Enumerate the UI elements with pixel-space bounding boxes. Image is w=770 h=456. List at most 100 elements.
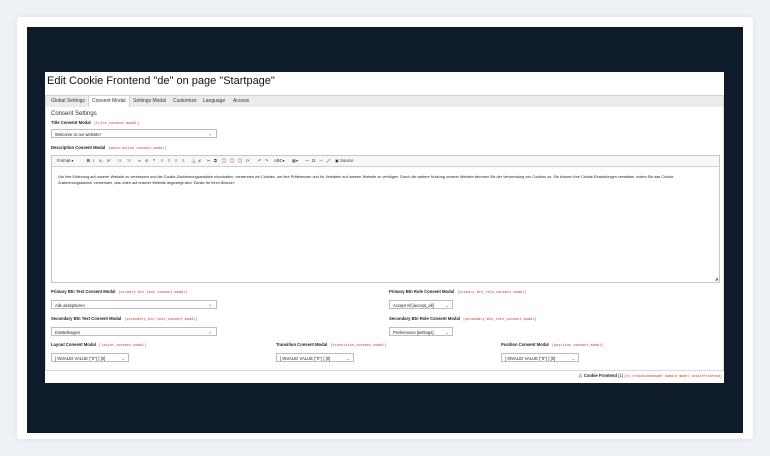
table-icon[interactable]: ▦▾ — [292, 156, 298, 166]
primary-role-value: Accept All [accept_all] — [393, 303, 434, 308]
title-label-code: [title_consent_modal] — [93, 121, 140, 125]
paste-text-icon[interactable]: 📋 — [229, 156, 234, 166]
horizontal-rule-icon[interactable]: ― — [305, 156, 309, 166]
tab-global-settings[interactable]: Global Settings — [48, 96, 88, 107]
transition-value: [ INVALID VALUE ("0") ] [0] — [280, 356, 331, 361]
bold-button[interactable]: B — [87, 156, 90, 166]
source-button[interactable]: ▣ Source — [335, 156, 353, 166]
subscript-button[interactable]: x₂ — [99, 156, 103, 166]
primary-role-label-text: Primary Btn Role Consent Modal — [389, 289, 455, 294]
format-dropdown[interactable]: Format ▾ — [57, 156, 74, 166]
primary-text-input[interactable]: Alle akzeptieren ✕ — [51, 300, 217, 309]
copy-icon[interactable]: ⧉ — [214, 156, 217, 166]
secondary-text-label-code: [secondary_btn_text_consent_modal] — [124, 317, 198, 321]
cookie-icon: ⁂ — [578, 373, 583, 378]
chevron-down-icon: ⌄ — [445, 303, 449, 308]
clear-icon[interactable]: ✕ — [208, 301, 212, 310]
remove-format-icon[interactable]: Ⅰ× — [246, 156, 250, 166]
rich-text-editor[interactable]: Format ▾ B I x₂ x² ⁝≡ ⁚≡ ∞ ⊘ ❝ ≡ ≡ ≡ ≡ ⚓… — [51, 155, 720, 283]
secondary-role-value: Preferences [settings] — [393, 330, 434, 335]
secondary-text-value: Einstellungen — [55, 330, 81, 335]
chevron-down-icon: ⌄ — [571, 356, 575, 361]
editor-content[interactable]: Um Ihre Erfahrung auf unserer Website zu… — [58, 175, 708, 186]
italic-label: I — [93, 158, 95, 163]
secondary-role-label-text: Secondary Btn Role Consent Modal — [389, 316, 460, 321]
cut-icon[interactable]: ✂ — [207, 156, 211, 166]
tab-content: Consent Settings Title Consent Modal [tit… — [45, 107, 724, 371]
align-right-icon[interactable]: ≡ — [175, 156, 177, 166]
clear-icon[interactable]: ✕ — [208, 130, 212, 139]
chevron-down-icon: ⌄ — [346, 356, 350, 361]
position-label: Position Consent Modal [position_consent_… — [501, 342, 604, 347]
source-label: Source — [340, 158, 354, 163]
spellcheck-icon[interactable]: ABC▾ — [274, 156, 285, 166]
secondary-role-select[interactable]: Preferences [settings] ⌄ — [389, 327, 453, 336]
primary-role-select[interactable]: Accept All [accept_all] ⌄ — [389, 300, 453, 309]
record-uid: [1] — [618, 373, 623, 378]
layout-label-code: [layout_consent_modal] — [98, 343, 147, 347]
unlink-icon[interactable]: ⊄ — [198, 156, 202, 166]
soft-hyphen-icon[interactable]: ⊣ — [319, 156, 323, 166]
format-label: Format — [57, 158, 71, 163]
title-label-text: Title Consent Modal — [51, 120, 91, 125]
align-justify-icon[interactable]: ≡ — [182, 156, 184, 166]
ordered-list-icon[interactable]: ⁝≡ — [118, 156, 122, 166]
special-char-icon[interactable]: Ω — [312, 156, 315, 166]
primary-text-label-text: Primary Btn Text Consent Modal — [51, 289, 116, 294]
unlink-icon[interactable]: ⊘ — [145, 156, 149, 166]
position-select[interactable]: [ INVALID VALUE ("0") ] [0] ⌄ — [501, 353, 579, 362]
link-icon[interactable]: ∞ — [138, 156, 141, 166]
secondary-text-label: Secondary Btn Text Consent Modal [seconda… — [51, 316, 198, 321]
layout-select[interactable]: [ INVALID VALUE ("0") ] [0] ⌄ — [51, 353, 129, 362]
section-title: Consent Settings — [51, 111, 97, 117]
transition-select[interactable]: [ INVALID VALUE ("0") ] [0] ⌄ — [276, 353, 354, 362]
title-input[interactable]: Welcome to our website! ✕ — [51, 129, 217, 138]
record-table-code: [tx_cfcookiemanager_domain_model_cookief… — [624, 374, 722, 378]
undo-icon[interactable]: ↶ — [258, 156, 262, 166]
layout-label-text: Layout Consent Modal — [51, 342, 96, 347]
secondary-text-input[interactable]: Einstellungen ✕ — [51, 327, 217, 336]
edit-panel: Edit Cookie Frontend "de" on page "Start… — [45, 72, 724, 383]
align-center-icon[interactable]: ≡ — [168, 156, 170, 166]
paste-word-icon[interactable]: 📋 — [237, 156, 242, 166]
redo-icon[interactable]: ↷ — [265, 156, 269, 166]
title-input-value: Welcome to our website! — [55, 132, 101, 137]
clear-icon[interactable]: ✕ — [208, 328, 212, 337]
page-title: Edit Cookie Frontend "de" on page "Start… — [47, 75, 275, 87]
tab-settings-modal[interactable]: Settings Modal — [130, 96, 169, 107]
chevron-down-icon: ⌄ — [121, 356, 125, 361]
position-value: [ INVALID VALUE ("0") ] [0] — [505, 356, 556, 361]
tab-access[interactable]: Access — [230, 96, 252, 107]
primary-text-label: Primary Btn Text Consent Modal [primary_b… — [51, 289, 188, 294]
italic-button[interactable]: I — [93, 156, 94, 166]
position-label-text: Position Consent Modal — [501, 342, 549, 347]
editor-toolbar: Format ▾ B I x₂ x² ⁝≡ ⁚≡ ∞ ⊘ ❝ ≡ ≡ ≡ ≡ ⚓… — [52, 156, 719, 167]
title-label: Title Consent Modal [title_consent_modal] — [51, 120, 139, 125]
primary-text-label-code: [primary_btn_text_consent_modal] — [118, 290, 188, 294]
anchor-icon[interactable]: ⚓ — [191, 156, 196, 166]
secondary-role-label-code: [secondary_btn_role_consent_modal] — [462, 317, 537, 321]
tab-language[interactable]: Language — [200, 96, 228, 107]
chevron-down-icon: ⌄ — [445, 330, 449, 335]
layout-label: Layout Consent Modal [layout_consent_moda… — [51, 342, 147, 347]
layout-value: [ INVALID VALUE ("0") ] [0] — [55, 356, 106, 361]
bold-label: B — [87, 158, 91, 163]
resize-grip-icon[interactable]: ◢ — [715, 276, 718, 281]
unordered-list-icon[interactable]: ⁚≡ — [127, 156, 131, 166]
maximize-icon[interactable]: ⤢ — [327, 156, 330, 166]
tab-customize[interactable]: Customize — [170, 96, 200, 107]
description-label: Description Consent Modal [description_co… — [51, 145, 167, 150]
record-footer: ⁂ Cookie Frontend [1] [tx_cfcookiemanage… — [578, 373, 722, 378]
transition-label: Transition Consent Modal [transition_cons… — [276, 342, 386, 347]
secondary-text-label-text: Secondary Btn Text Consent Modal — [51, 316, 122, 321]
blockquote-icon[interactable]: ❝ — [153, 156, 155, 166]
position-label-code: [position_consent_modal] — [551, 343, 604, 347]
superscript-button[interactable]: x² — [107, 156, 111, 166]
transition-label-code: [transition_consent_modal] — [330, 343, 387, 347]
transition-label-text: Transition Consent Modal — [276, 342, 328, 347]
description-label-text: Description Consent Modal — [51, 145, 106, 150]
paste-icon[interactable]: 📋 — [221, 156, 226, 166]
primary-role-label-code: [primary_btn_role_consent_modal] — [457, 290, 527, 294]
align-left-icon[interactable]: ≡ — [161, 156, 163, 166]
record-type-label: Cookie Frontend — [583, 373, 618, 378]
